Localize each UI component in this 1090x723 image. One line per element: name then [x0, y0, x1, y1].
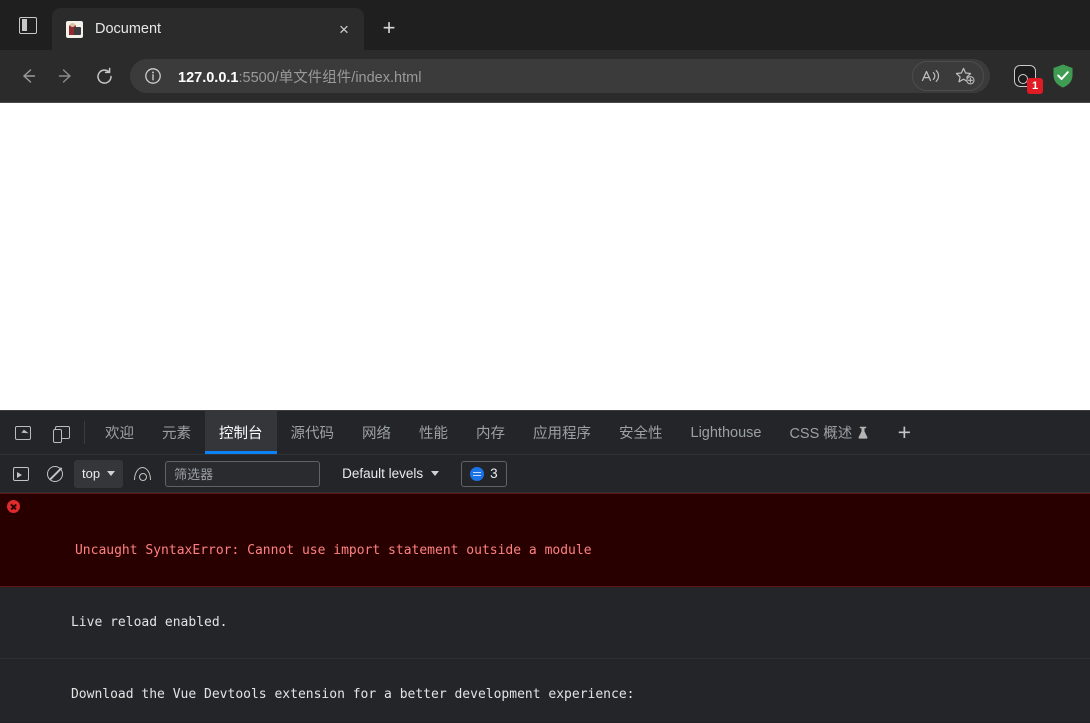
- live-expression-button[interactable]: [127, 460, 157, 488]
- tab-strip: Document × +: [0, 0, 1090, 50]
- issues-info-icon: [470, 466, 485, 481]
- read-aloud-button[interactable]: [915, 62, 947, 90]
- tab-label: 性能: [419, 426, 448, 442]
- add-favorite-button[interactable]: [949, 62, 981, 90]
- console-message-log[interactable]: Live reload enabled.: [0, 587, 1090, 660]
- devtools-add-tab-button[interactable]: +: [883, 411, 925, 454]
- browser-chrome: Document × + 127.0.0.1:5500/单文件组件/index.…: [0, 0, 1090, 102]
- filter-input[interactable]: 筛选器: [165, 460, 321, 487]
- tab-label: 源代码: [290, 426, 335, 442]
- page-viewport: [0, 102, 1090, 410]
- log-levels-select[interactable]: Default levels: [334, 460, 447, 488]
- devtools-tab-network[interactable]: 网络: [348, 411, 405, 454]
- devtools-tab-console[interactable]: 控制台: [205, 411, 277, 454]
- devtools-tab-security[interactable]: 安全性: [605, 411, 677, 454]
- devtools-tab-welcome[interactable]: 欢迎: [91, 411, 148, 454]
- url-host: 127.0.0.1: [178, 69, 239, 86]
- tab-label: 内存: [476, 426, 505, 442]
- devtools-tab-css-overview[interactable]: CSS 概述: [775, 411, 883, 454]
- tab-label: Lighthouse: [690, 424, 762, 441]
- read-aloud-icon: [921, 70, 940, 82]
- address-bar[interactable]: 127.0.0.1:5500/单文件组件/index.html: [130, 59, 990, 93]
- console-toolbar: top 筛选器 Default levels 3: [0, 455, 1090, 493]
- forward-arrow-icon: [58, 69, 71, 83]
- extension-button[interactable]: 1: [1008, 59, 1043, 94]
- shield-button[interactable]: [1046, 59, 1080, 93]
- info-circle-icon: [145, 68, 161, 84]
- context-label: top: [82, 466, 101, 481]
- experiment-flask-icon: [858, 426, 868, 439]
- console-message-log[interactable]: Download the Vue Devtools extension for …: [0, 659, 1090, 722]
- page-favicon: [66, 20, 83, 38]
- shield-check-icon: [1053, 64, 1073, 88]
- tab-title: Document: [95, 21, 162, 37]
- device-toolbar-icon: [52, 425, 70, 443]
- tab-label: 网络: [362, 426, 391, 442]
- device-toolbar-button[interactable]: [42, 411, 80, 454]
- devtools-tab-bar: 欢迎 元素 控制台 源代码 网络 性能 内存 应用程序 安全性 Lighthou…: [0, 411, 1090, 455]
- inspect-element-icon: [15, 425, 31, 440]
- split-view-icon: [19, 16, 37, 34]
- console-message-error[interactable]: Uncaught SyntaxError: Cannot use import …: [0, 493, 1090, 588]
- console-message-text: Live reload enabled.: [70, 615, 228, 631]
- close-icon[interactable]: ×: [330, 15, 358, 43]
- tab-label: 应用程序: [533, 426, 591, 442]
- console-message-list[interactable]: Uncaught SyntaxError: Cannot use import …: [0, 493, 1090, 722]
- address-bar-text[interactable]: 127.0.0.1:5500/单文件组件/index.html: [178, 66, 912, 87]
- console-sidebar-button[interactable]: [6, 460, 36, 488]
- tab-actions-button[interactable]: [4, 0, 52, 50]
- chevron-down-icon: [107, 471, 116, 476]
- issues-count: 3: [490, 466, 498, 481]
- issues-badge[interactable]: 3: [461, 460, 507, 487]
- clear-console-icon: [47, 465, 63, 482]
- devtools-tab-performance[interactable]: 性能: [405, 411, 462, 454]
- devtools-tab-elements[interactable]: 元素: [148, 411, 205, 454]
- extension-badge: 1: [1027, 78, 1043, 94]
- inspect-element-button[interactable]: [4, 411, 42, 454]
- devtools-tab-lighthouse[interactable]: Lighthouse: [677, 411, 776, 454]
- devtools-tab-sources[interactable]: 源代码: [277, 411, 349, 454]
- console-sidebar-icon: [13, 466, 29, 481]
- toolbar-divider: [84, 421, 85, 444]
- omnibox-actions: [912, 61, 984, 91]
- tab-label: 控制台: [219, 426, 263, 442]
- error-circle-icon: [7, 500, 20, 513]
- devtools-tab-memory[interactable]: 内存: [462, 411, 519, 454]
- browser-tab[interactable]: Document ×: [52, 8, 364, 50]
- back-arrow-icon: [23, 69, 36, 83]
- toolbar-right: 1: [998, 59, 1080, 94]
- site-info-button[interactable]: [142, 65, 164, 87]
- new-tab-button[interactable]: +: [370, 9, 408, 47]
- javascript-context-select[interactable]: top: [74, 459, 124, 488]
- clear-console-button[interactable]: [40, 460, 70, 488]
- devtools-tab-application[interactable]: 应用程序: [519, 411, 605, 454]
- console-message-text: Download the Vue Devtools extension for …: [70, 687, 635, 703]
- back-button[interactable]: [10, 58, 46, 94]
- forward-button[interactable]: [48, 58, 84, 94]
- navigation-toolbar: 127.0.0.1:5500/单文件组件/index.html 1: [0, 50, 1090, 102]
- tab-label: 元素: [162, 426, 191, 442]
- tab-label: CSS 概述: [789, 426, 853, 442]
- chevron-down-icon: [431, 471, 440, 476]
- reload-button[interactable]: [86, 58, 122, 94]
- reload-icon: [96, 67, 112, 84]
- levels-label: Default levels: [342, 466, 424, 481]
- devtools-panel: 欢迎 元素 控制台 源代码 网络 性能 内存 应用程序 安全性 Lighthou…: [0, 410, 1090, 722]
- console-message-text: Uncaught SyntaxError: Cannot use import …: [74, 543, 592, 559]
- url-path: :5500/单文件组件/index.html: [238, 69, 422, 86]
- live-expression-eye-icon: [133, 467, 151, 481]
- tab-label: 安全性: [619, 426, 663, 442]
- add-favorite-star-icon: [955, 67, 975, 85]
- tab-label: 欢迎: [105, 426, 134, 442]
